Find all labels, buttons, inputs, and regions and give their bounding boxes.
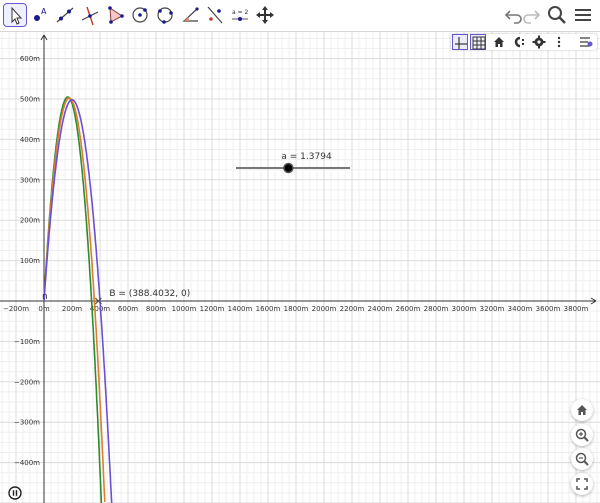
- graphics-canvas[interactable]: −200m 0m 200m 400m 600m 800m 1000m 1200m 1400m 16…: [0, 32, 600, 503]
- redo-button[interactable]: [519, 3, 543, 27]
- pause-icon: [8, 486, 22, 500]
- animation-pause-button[interactable]: [8, 486, 22, 500]
- x-tick-label: 0m: [38, 305, 49, 313]
- circle-icon: [132, 7, 148, 23]
- x-tick-label: 2400m: [368, 305, 393, 313]
- reflect-icon: [207, 6, 223, 24]
- point-icon: A: [34, 7, 47, 21]
- y-tick-label: 400m: [20, 136, 40, 144]
- y-tick-label: 500m: [20, 96, 40, 104]
- style-bar-toggle-icon: [580, 37, 593, 47]
- polygon-tool-button[interactable]: [103, 3, 127, 27]
- gear-icon: [532, 35, 546, 49]
- menu-icon: [575, 9, 591, 21]
- search-icon: [548, 6, 566, 24]
- x-tick-label: 800m: [146, 305, 166, 313]
- grid-toggle-button[interactable]: [470, 34, 486, 50]
- x-tick-label: 1400m: [228, 305, 253, 313]
- x-tick-label: 3400m: [508, 305, 533, 313]
- y-tick-label: −200m: [14, 378, 40, 386]
- origin-point-label: n: [42, 292, 48, 302]
- zoom-in-icon: [575, 428, 589, 442]
- y-tick-label: −400m: [14, 459, 40, 467]
- x-tick-label: 2000m: [312, 305, 337, 313]
- move-graphics-view-tool-button[interactable]: [253, 3, 277, 27]
- more-vertical-icon: [557, 36, 561, 48]
- slider-label: a = 1.3794: [281, 152, 332, 162]
- slider-tool-button[interactable]: a = 2: [228, 3, 252, 27]
- point-b-label: B = (388.4032, 0): [109, 289, 190, 299]
- svg-text:A: A: [41, 7, 47, 16]
- x-axis-labels: −200m 0m 200m 400m 600m 800m 1000m 1200m 1400m 16…: [3, 305, 589, 313]
- x-tick-label: 3200m: [480, 305, 505, 313]
- x-tick-label: 600m: [118, 305, 138, 313]
- y-tick-label: −100m: [14, 338, 40, 346]
- style-bar-toggle-button[interactable]: [578, 34, 594, 50]
- zoom-out-button[interactable]: [571, 448, 593, 470]
- angle-tool-button[interactable]: [178, 3, 202, 27]
- x-tick-label: 2800m: [424, 305, 449, 313]
- point-b[interactable]: B = (388.4032, 0): [94, 289, 190, 305]
- x-tick-label: 1800m: [284, 305, 309, 313]
- x-tick-label: 2200m: [340, 305, 365, 313]
- fullscreen-icon: [576, 478, 588, 490]
- circle-tool-button[interactable]: [128, 3, 152, 27]
- perpendicular-icon: [81, 6, 99, 26]
- angle-icon: [182, 7, 199, 22]
- slider-knob[interactable]: [283, 162, 294, 174]
- graphics-view-button[interactable]: [511, 34, 527, 50]
- standard-view-button[interactable]: [491, 34, 507, 50]
- standard-view-zoom-button[interactable]: [571, 399, 593, 421]
- y-tick-label: 300m: [20, 176, 40, 184]
- cursor-icon: [11, 6, 23, 25]
- graphics-view[interactable]: −200m 0m 200m 400m 600m 800m 1000m 1200m 1400m 16…: [0, 32, 600, 503]
- slider-icon: a = 2: [232, 9, 249, 21]
- grid-icon: [472, 36, 486, 50]
- more-options-button[interactable]: [551, 34, 567, 50]
- zoom-out-icon: [575, 452, 589, 466]
- x-tick-label: 3800m: [564, 305, 589, 313]
- move-tool-button[interactable]: [3, 3, 27, 27]
- home-icon: [494, 37, 504, 47]
- point-tool-button[interactable]: A: [28, 3, 52, 27]
- line-icon: [56, 7, 74, 23]
- menu-button[interactable]: [571, 3, 595, 27]
- y-tick-label: 100m: [20, 257, 40, 265]
- graphics-view-icon: [514, 36, 524, 48]
- circle-through-points-tool-button[interactable]: [153, 3, 177, 27]
- line-tool-button[interactable]: [53, 3, 77, 27]
- axes-toggle-button[interactable]: [452, 34, 468, 50]
- y-tick-label: 600m: [20, 55, 40, 63]
- x-tick-label: 1600m: [256, 305, 281, 313]
- x-tick-label: 200m: [62, 305, 82, 313]
- fullscreen-button[interactable]: [571, 473, 593, 495]
- zoom-in-button[interactable]: [571, 424, 593, 446]
- perpendicular-line-tool-button[interactable]: [78, 3, 102, 27]
- settings-button[interactable]: [531, 34, 547, 50]
- x-tick-label: −200m: [3, 305, 29, 313]
- x-tick-label: 3600m: [536, 305, 561, 313]
- reflect-tool-button[interactable]: [203, 3, 227, 27]
- home-icon: [577, 405, 587, 415]
- slider-icon-text: a = 2: [232, 9, 249, 16]
- trajectory-curve-2[interactable]: [43, 97, 106, 503]
- x-tick-label: 2600m: [396, 305, 421, 313]
- axes-icon: [455, 37, 467, 49]
- x-tick-label: 1200m: [200, 305, 225, 313]
- toolbar: A a = 2: [0, 0, 600, 32]
- y-tick-label: −300m: [14, 419, 40, 427]
- move-arrows-icon: [256, 6, 274, 24]
- circle-three-points-icon: [157, 7, 173, 24]
- style-bar: [451, 34, 597, 50]
- polygon-icon: [108, 6, 124, 24]
- y-tick-label: 200m: [20, 217, 40, 225]
- search-button[interactable]: [545, 3, 569, 27]
- x-tick-label: 1000m: [172, 305, 197, 313]
- redo-icon: [523, 10, 541, 24]
- x-tick-label: 3000m: [452, 305, 477, 313]
